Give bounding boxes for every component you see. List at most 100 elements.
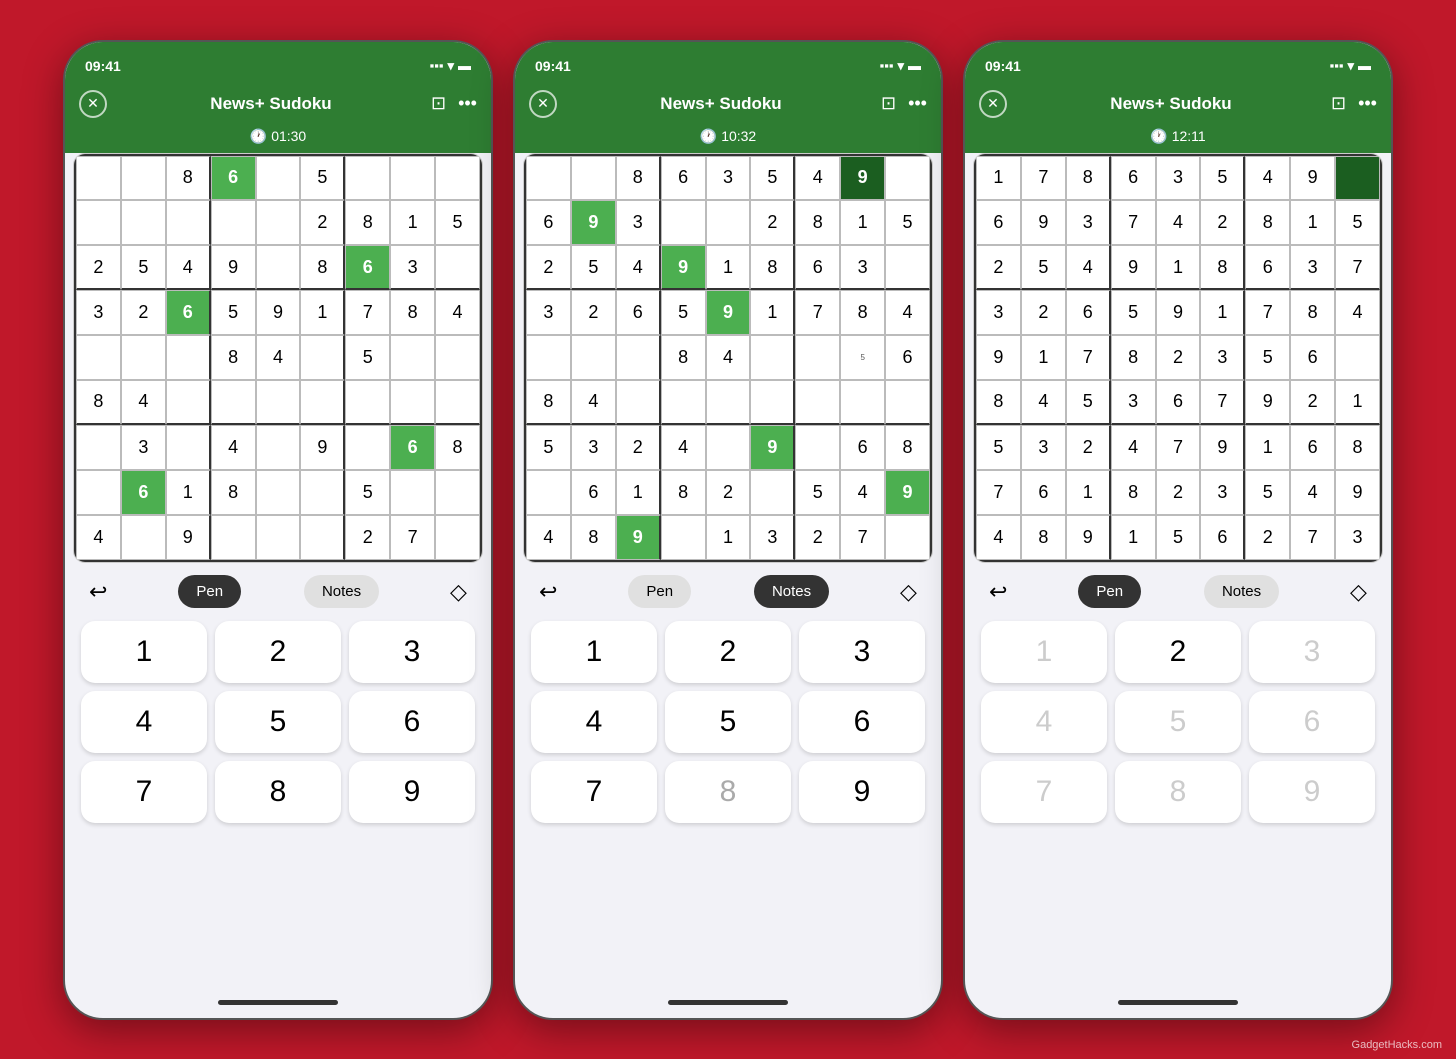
- cell-4-4[interactable]: 4: [256, 335, 301, 380]
- cell-6-0[interactable]: [76, 425, 121, 470]
- cell-2-6[interactable]: 6: [345, 245, 390, 290]
- close-button-1[interactable]: ✕: [79, 90, 107, 118]
- cell-0-7[interactable]: [390, 156, 435, 201]
- cell-7-6[interactable]: 5: [795, 470, 840, 515]
- cell-7-4[interactable]: 2: [1156, 470, 1201, 515]
- num-btn-5-2[interactable]: 5: [1115, 691, 1241, 753]
- cell-6-8[interactable]: 8: [1335, 425, 1380, 470]
- cell-6-8[interactable]: 8: [885, 425, 930, 470]
- cell-6-6[interactable]: [795, 425, 840, 470]
- cell-7-6[interactable]: 5: [1245, 470, 1290, 515]
- cell-2-8[interactable]: [885, 245, 930, 290]
- cell-3-8[interactable]: 4: [1335, 290, 1380, 335]
- cell-6-1[interactable]: 3: [1021, 425, 1066, 470]
- cell-0-4[interactable]: 3: [706, 156, 751, 201]
- cell-8-4[interactable]: 1: [706, 515, 751, 560]
- cell-0-3[interactable]: 6: [1111, 156, 1156, 201]
- cell-1-7[interactable]: 1: [840, 200, 885, 245]
- cell-8-1[interactable]: 8: [571, 515, 616, 560]
- cell-6-5[interactable]: 9: [750, 425, 795, 470]
- cell-2-7[interactable]: 3: [840, 245, 885, 290]
- cell-5-2[interactable]: [616, 380, 661, 425]
- cell-0-0[interactable]: [526, 156, 571, 201]
- cell-2-4[interactable]: [256, 245, 301, 290]
- num-btn-2-0[interactable]: 2: [215, 621, 341, 683]
- cell-8-5[interactable]: [300, 515, 345, 560]
- cell-7-4[interactable]: [256, 470, 301, 515]
- cell-4-3[interactable]: 8: [661, 335, 706, 380]
- cell-2-3[interactable]: 9: [211, 245, 256, 290]
- cell-6-6[interactable]: [345, 425, 390, 470]
- cell-7-6[interactable]: 5: [345, 470, 390, 515]
- cell-1-1[interactable]: 9: [571, 200, 616, 245]
- cell-1-1[interactable]: [121, 200, 166, 245]
- cell-7-1[interactable]: 6: [571, 470, 616, 515]
- cell-6-7[interactable]: 6: [390, 425, 435, 470]
- cell-4-4[interactable]: 4: [706, 335, 751, 380]
- cell-0-5[interactable]: 5: [750, 156, 795, 201]
- cell-4-1[interactable]: [121, 335, 166, 380]
- num-btn-1-1[interactable]: 1: [531, 621, 657, 683]
- cell-1-0[interactable]: 6: [976, 200, 1021, 245]
- more-icon-1[interactable]: •••: [458, 93, 477, 114]
- cell-6-4[interactable]: [706, 425, 751, 470]
- cell-3-0[interactable]: 3: [76, 290, 121, 335]
- cell-2-6[interactable]: 6: [795, 245, 840, 290]
- cell-1-4[interactable]: [706, 200, 751, 245]
- cell-4-3[interactable]: 8: [1111, 335, 1156, 380]
- cell-2-0[interactable]: 2: [976, 245, 1021, 290]
- cell-0-4[interactable]: 3: [1156, 156, 1201, 201]
- share-icon-3[interactable]: ⊡: [1331, 93, 1346, 114]
- cell-3-7[interactable]: 8: [1290, 290, 1335, 335]
- cell-0-8[interactable]: [1335, 156, 1380, 201]
- cell-3-1[interactable]: 2: [571, 290, 616, 335]
- cell-8-5[interactable]: 6: [1200, 515, 1245, 560]
- cell-7-5[interactable]: [750, 470, 795, 515]
- cell-0-1[interactable]: 7: [1021, 156, 1066, 201]
- cell-5-0[interactable]: 8: [526, 380, 571, 425]
- cell-3-6[interactable]: 7: [1245, 290, 1290, 335]
- cell-7-7[interactable]: 4: [840, 470, 885, 515]
- cell-1-8[interactable]: 5: [885, 200, 930, 245]
- cell-5-2[interactable]: [166, 380, 211, 425]
- cell-8-3[interactable]: [211, 515, 256, 560]
- cell-8-1[interactable]: [121, 515, 166, 560]
- notes-button-1[interactable]: Notes: [304, 575, 379, 608]
- cell-0-8[interactable]: [435, 156, 480, 201]
- cell-4-1[interactable]: 1: [1021, 335, 1066, 380]
- cell-4-8[interactable]: [1335, 335, 1380, 380]
- num-btn-7-0[interactable]: 7: [81, 761, 207, 823]
- cell-1-3[interactable]: 7: [1111, 200, 1156, 245]
- cell-6-3[interactable]: 4: [661, 425, 706, 470]
- cell-8-2[interactable]: 9: [616, 515, 661, 560]
- cell-3-4[interactable]: 9: [706, 290, 751, 335]
- cell-0-1[interactable]: [121, 156, 166, 201]
- cell-3-8[interactable]: 4: [885, 290, 930, 335]
- cell-0-3[interactable]: 6: [661, 156, 706, 201]
- cell-1-6[interactable]: 8: [345, 200, 390, 245]
- cell-6-6[interactable]: 1: [1245, 425, 1290, 470]
- cell-7-3[interactable]: 8: [211, 470, 256, 515]
- cell-3-3[interactable]: 5: [211, 290, 256, 335]
- num-btn-3-0[interactable]: 3: [349, 621, 475, 683]
- cell-8-3[interactable]: 1: [1111, 515, 1156, 560]
- cell-3-1[interactable]: 2: [1021, 290, 1066, 335]
- cell-8-6[interactable]: 2: [1245, 515, 1290, 560]
- cell-8-8[interactable]: [435, 515, 480, 560]
- cell-8-6[interactable]: 2: [345, 515, 390, 560]
- num-btn-1-0[interactable]: 1: [81, 621, 207, 683]
- num-btn-8-2[interactable]: 8: [1115, 761, 1241, 823]
- notes-button-2[interactable]: Notes: [754, 575, 829, 608]
- cell-7-2[interactable]: 1: [166, 470, 211, 515]
- cell-5-2[interactable]: 5: [1066, 380, 1111, 425]
- cell-2-3[interactable]: 9: [1111, 245, 1156, 290]
- erase-button-2[interactable]: ◇: [892, 575, 925, 609]
- cell-3-2[interactable]: 6: [166, 290, 211, 335]
- cell-5-0[interactable]: 8: [76, 380, 121, 425]
- cell-0-6[interactable]: [345, 156, 390, 201]
- cell-1-1[interactable]: 9: [1021, 200, 1066, 245]
- cell-2-8[interactable]: 7: [1335, 245, 1380, 290]
- cell-4-1[interactable]: [571, 335, 616, 380]
- cell-0-6[interactable]: 4: [1245, 156, 1290, 201]
- cell-5-1[interactable]: 4: [121, 380, 166, 425]
